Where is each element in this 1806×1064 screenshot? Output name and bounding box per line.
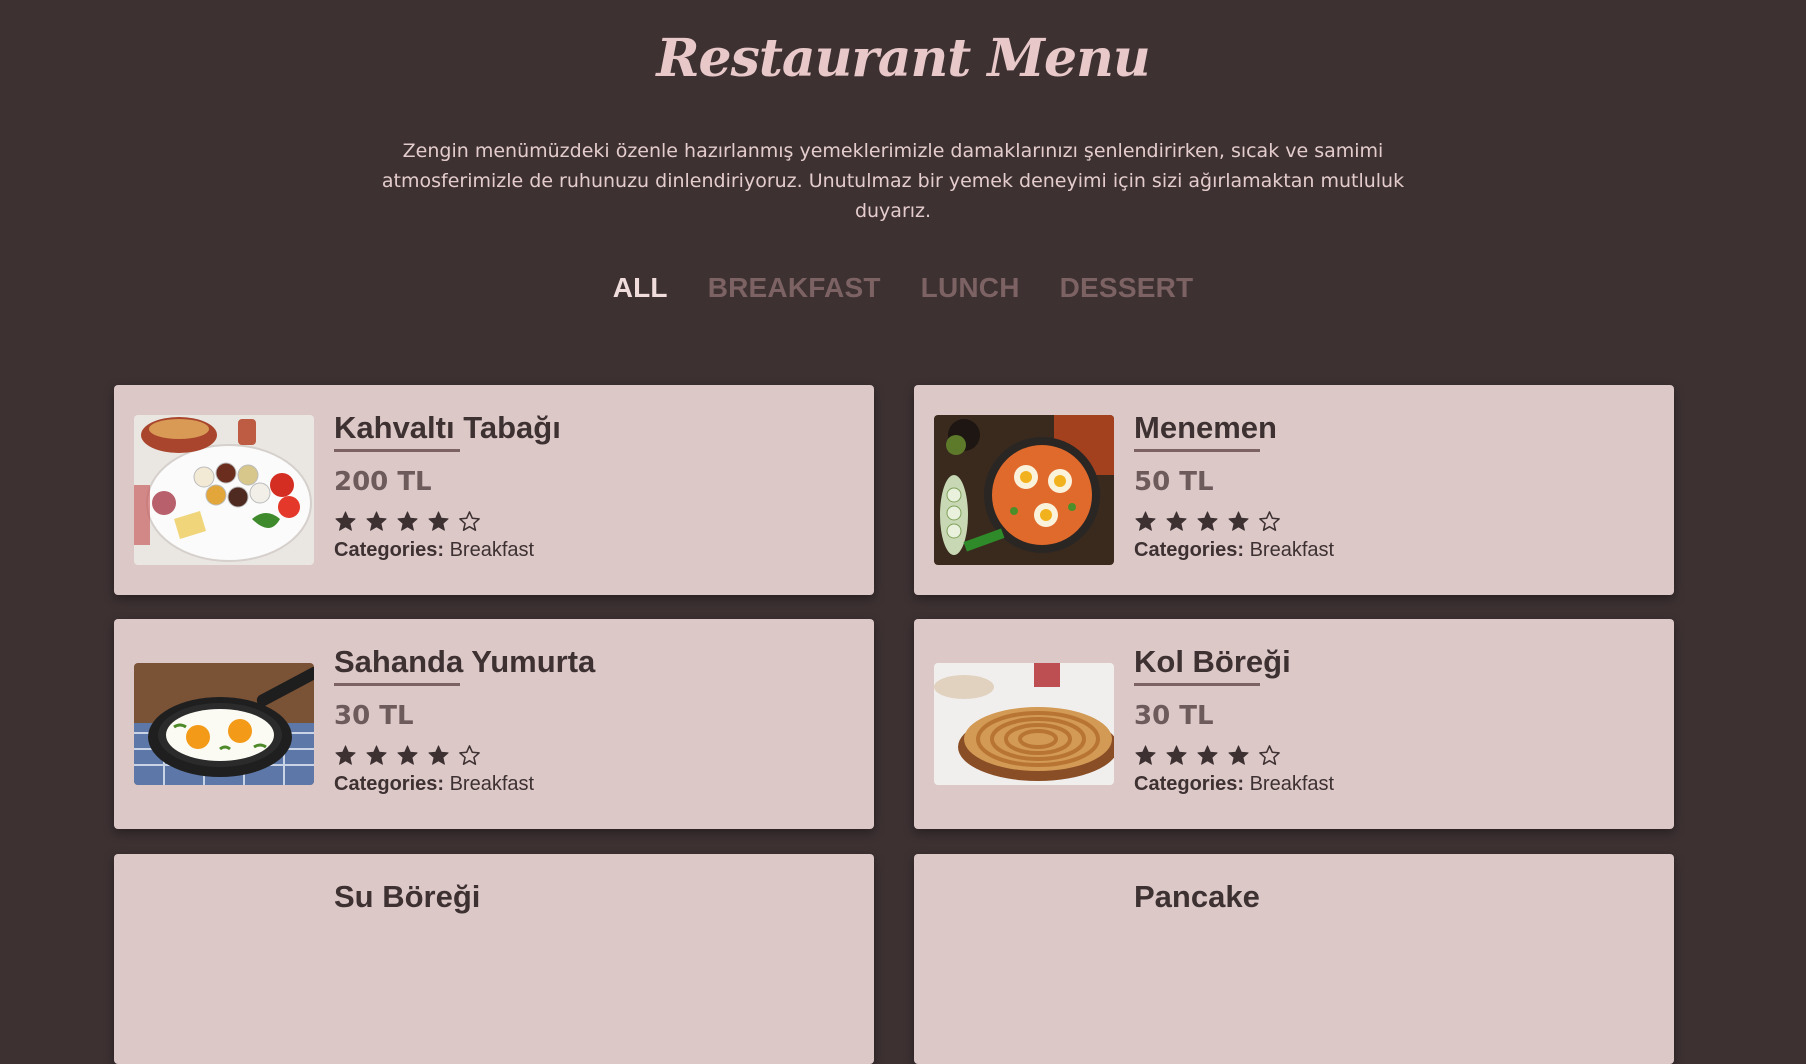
- filter-all-button[interactable]: ALL: [613, 272, 668, 304]
- star-filled-icon: [1196, 744, 1219, 767]
- star-filled-icon: [427, 744, 450, 767]
- star-filled-icon: [396, 744, 419, 767]
- star-filled-icon: [334, 744, 357, 767]
- item-categories: Categories: Breakfast: [334, 773, 834, 796]
- star-empty-icon: [1258, 510, 1281, 533]
- item-categories: Categories: Breakfast: [334, 539, 834, 562]
- star-filled-icon: [1134, 744, 1157, 767]
- menu-item-card: Sahanda Yumurta 30 TL Categories: Breakf…: [114, 619, 874, 829]
- star-empty-icon: [1258, 744, 1281, 767]
- item-price: 30 TL: [1134, 701, 1214, 731]
- categories-label: Categories:: [334, 539, 445, 561]
- title-underline: [334, 683, 460, 686]
- intro-text: Zengin menümüzdeki özenle hazırlanmış ye…: [381, 140, 1405, 222]
- categories-label: Categories:: [1134, 539, 1245, 561]
- category-value: Breakfast: [1249, 773, 1335, 795]
- star-empty-icon: [458, 744, 481, 767]
- menu-item-card: Pancake: [914, 854, 1674, 1064]
- categories-label: Categories:: [334, 773, 445, 795]
- menu-item-card: Kahvaltı Tabağı 200 TL Categories: Break…: [114, 385, 874, 595]
- star-filled-icon: [396, 510, 419, 533]
- item-categories: Categories: Breakfast: [1134, 773, 1634, 796]
- menu-item-card: Su Böreği: [114, 854, 874, 1064]
- item-name: Menemen: [1134, 410, 1277, 445]
- star-filled-icon: [365, 510, 388, 533]
- star-filled-icon: [365, 744, 388, 767]
- item-name: Pancake: [1134, 879, 1260, 914]
- categories-label: Categories:: [1134, 773, 1245, 795]
- item-name: Kol Böreği: [1134, 644, 1291, 679]
- rating-stars: [334, 510, 834, 533]
- title-underline: [1134, 683, 1260, 686]
- star-filled-icon: [334, 510, 357, 533]
- star-filled-icon: [1227, 744, 1250, 767]
- category-filter-bar: ALL BREAKFAST LUNCH DESSERT: [0, 272, 1806, 304]
- item-name: Sahanda Yumurta: [334, 644, 596, 679]
- star-filled-icon: [1227, 510, 1250, 533]
- item-categories: Categories: Breakfast: [1134, 539, 1634, 562]
- category-value: Breakfast: [449, 773, 535, 795]
- star-filled-icon: [427, 510, 450, 533]
- star-filled-icon: [1134, 510, 1157, 533]
- category-value: Breakfast: [449, 539, 535, 561]
- breakfast-platter-image: [134, 415, 314, 565]
- item-price: 50 TL: [1134, 467, 1214, 497]
- star-filled-icon: [1196, 510, 1219, 533]
- spiral-borek-image: [934, 663, 1114, 785]
- filter-breakfast-button[interactable]: BREAKFAST: [708, 272, 881, 304]
- rating-stars: [334, 744, 834, 767]
- title-underline: [1134, 449, 1260, 452]
- rating-stars: [1134, 510, 1634, 533]
- item-price: 200 TL: [334, 467, 432, 497]
- rating-stars: [1134, 744, 1634, 767]
- menu-item-card: Kol Böreği 30 TL Categories: Breakfast: [914, 619, 1674, 829]
- page-title: Restaurant Menu: [656, 28, 1150, 89]
- star-empty-icon: [458, 510, 481, 533]
- fried-eggs-skillet-image: [134, 663, 314, 785]
- category-value: Breakfast: [1249, 539, 1335, 561]
- item-price: 30 TL: [334, 701, 414, 731]
- filter-lunch-button[interactable]: LUNCH: [921, 272, 1020, 304]
- menemen-image: [934, 415, 1114, 565]
- star-filled-icon: [1165, 744, 1188, 767]
- menu-item-card: Menemen 50 TL Categories: Breakfast: [914, 385, 1674, 595]
- filter-dessert-button[interactable]: DESSERT: [1060, 272, 1194, 304]
- star-filled-icon: [1165, 510, 1188, 533]
- item-name: Su Böreği: [334, 879, 481, 914]
- title-underline: [334, 449, 460, 452]
- item-name: Kahvaltı Tabağı: [334, 410, 561, 445]
